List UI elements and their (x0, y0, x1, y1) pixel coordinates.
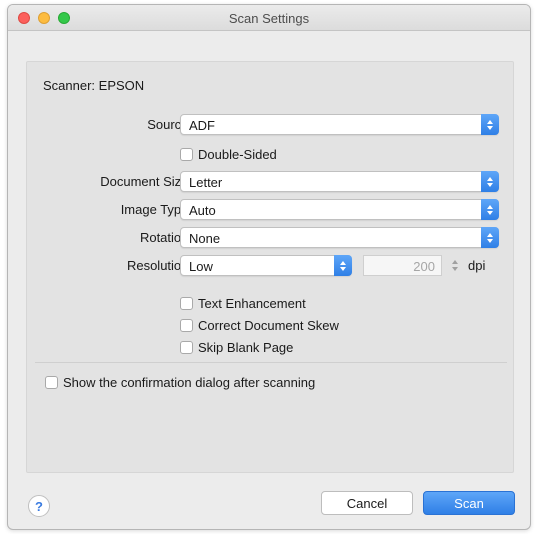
image-type-select[interactable]: Auto (180, 199, 499, 220)
text-enhancement-label: Text Enhancement (198, 296, 306, 311)
settings-panel: Scanner: EPSON Source: ADF Double-Sided … (26, 61, 514, 473)
image-type-value: Auto (189, 203, 216, 218)
help-button[interactable]: ? (28, 495, 50, 517)
dpi-value: 200 (413, 259, 435, 274)
correct-skew-checkbox[interactable]: Correct Document Skew (180, 318, 339, 333)
chevron-updown-icon (481, 171, 499, 192)
dpi-unit-label: dpi (468, 258, 486, 273)
text-enhancement-checkbox[interactable]: Text Enhancement (180, 296, 306, 311)
chevron-updown-icon (481, 199, 499, 220)
dpi-input[interactable]: 200 (363, 255, 442, 276)
rotation-select[interactable]: None (180, 227, 499, 248)
skip-blank-label: Skip Blank Page (198, 340, 294, 355)
checkbox-box[interactable] (180, 341, 193, 354)
document-size-value: Letter (189, 175, 223, 190)
scanner-label: Scanner: EPSON (43, 78, 145, 93)
question-mark-icon: ? (35, 498, 43, 514)
scan-button[interactable]: Scan (423, 491, 515, 515)
source-value: ADF (189, 118, 215, 133)
confirmation-label: Show the confirmation dialog after scann… (63, 375, 316, 390)
checkbox-box[interactable] (180, 297, 193, 310)
checkbox-box[interactable] (180, 148, 193, 161)
dpi-stepper[interactable] (449, 256, 460, 275)
source-select[interactable]: ADF (180, 114, 499, 135)
checkbox-box[interactable] (45, 376, 58, 389)
cancel-button[interactable]: Cancel (321, 491, 413, 515)
skip-blank-checkbox[interactable]: Skip Blank Page (180, 340, 293, 355)
rotation-value: None (189, 231, 221, 246)
document-size-select[interactable]: Letter (180, 171, 499, 192)
correct-skew-label: Correct Document Skew (198, 318, 339, 333)
document-size-label: Document Size: (100, 174, 192, 189)
confirmation-checkbox[interactable]: Show the confirmation dialog after scann… (45, 375, 315, 390)
chevron-updown-icon (334, 255, 352, 276)
resolution-select[interactable]: Low (180, 255, 352, 276)
chevron-updown-icon (481, 227, 499, 248)
double-sided-label: Double-Sided (198, 147, 277, 162)
double-sided-checkbox[interactable]: Double-Sided (180, 147, 277, 162)
title-bar: Scan Settings (8, 5, 530, 31)
resolution-value: Low (189, 259, 213, 274)
checkbox-box[interactable] (180, 319, 193, 332)
section-divider (35, 362, 507, 363)
chevron-updown-icon (481, 114, 499, 135)
window-title: Scan Settings (228, 11, 310, 26)
scan-settings-window: Scan Settings Scanner: EPSON Source: ADF… (7, 4, 531, 530)
